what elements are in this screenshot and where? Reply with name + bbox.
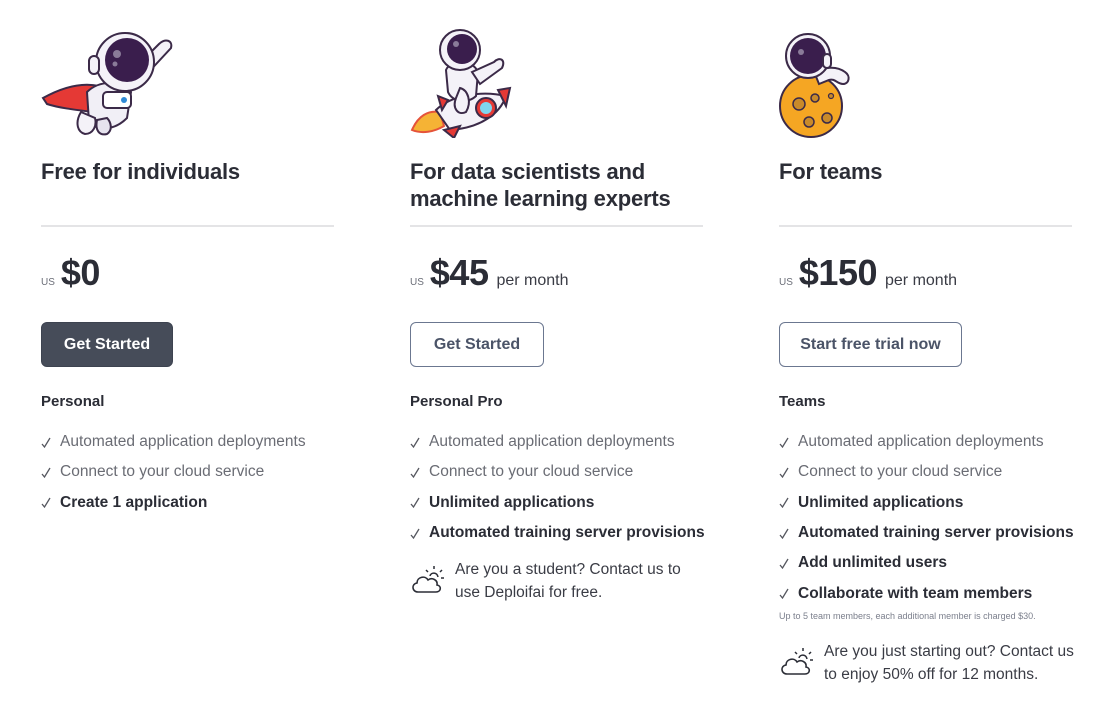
feature-text: Automated training server provisions: [798, 524, 1074, 542]
price-amount: $150: [798, 252, 878, 293]
feature-text: Automated application deployments: [60, 433, 306, 451]
currency-label: US: [41, 277, 55, 288]
feature-item: Connect to your cloud service: [410, 457, 720, 487]
note-text: Are you just starting out? Contact us to…: [824, 643, 1074, 683]
check-icon: [779, 437, 790, 448]
feature-text: Create 1 application: [60, 493, 208, 511]
price: US $150 per month: [779, 252, 957, 294]
currency-label: US: [410, 277, 424, 288]
feature-item: Unlimited applications: [410, 488, 720, 518]
divider: [779, 225, 1072, 227]
check-icon: [410, 467, 421, 478]
feature-item: Connect to your cloud service: [779, 457, 1089, 487]
tier-title: For data scientists and machine learning…: [410, 159, 671, 211]
get-started-button[interactable]: Get Started: [410, 322, 544, 367]
check-icon: [410, 528, 421, 539]
astronaut-moon-icon: [779, 33, 850, 138]
cloud-sun-icon: [412, 566, 444, 593]
check-icon: [41, 437, 52, 448]
get-started-button[interactable]: Get Started: [41, 322, 173, 367]
check-icon: [779, 558, 790, 569]
check-icon: [41, 497, 52, 509]
feature-item: Automated application deployments: [410, 427, 720, 457]
feature-text: Add unlimited users: [798, 554, 947, 572]
astronaut-rocket-icon: [410, 29, 512, 138]
tier-title: Free for individuals: [41, 159, 240, 184]
check-icon: [779, 588, 790, 600]
price-amount: $45: [429, 252, 489, 293]
fine-print: Up to 5 team members, each additional me…: [779, 611, 1036, 621]
feature-list: Automated application deployments Connec…: [41, 427, 351, 518]
feature-text: Unlimited applications: [429, 493, 595, 511]
plan-name: Personal Pro: [410, 393, 503, 410]
student-note: Are you a student? Contact us to use Dep…: [410, 558, 705, 604]
feature-text: Automated application deployments: [429, 433, 675, 451]
feature-text: Connect to your cloud service: [798, 463, 1003, 481]
feature-text: Automated application deployments: [798, 433, 1044, 451]
feature-item: Create 1 application: [41, 488, 351, 518]
feature-list: Automated application deployments Connec…: [410, 427, 720, 548]
feature-item: Collaborate with team members: [779, 578, 1089, 608]
feature-item: Automated training server provisions: [779, 518, 1089, 548]
discount-note: Are you just starting out? Contact us to…: [779, 640, 1074, 686]
plan-name: Teams: [779, 393, 826, 410]
feature-list: Automated application deployments Connec…: [779, 427, 1089, 609]
check-icon: [779, 467, 790, 478]
check-icon: [410, 437, 421, 448]
divider: [41, 225, 334, 227]
plan-name: Personal: [41, 393, 105, 410]
tier-title: For teams: [779, 159, 883, 184]
feature-text: Automated training server provisions: [429, 524, 705, 542]
check-icon: [779, 497, 790, 509]
divider: [410, 225, 703, 227]
price: US $0: [41, 252, 100, 294]
feature-item: Unlimited applications: [779, 488, 1089, 518]
check-icon: [779, 528, 790, 539]
feature-item: Connect to your cloud service: [41, 457, 351, 487]
feature-text: Unlimited applications: [798, 493, 964, 511]
feature-item: Automated application deployments: [779, 427, 1089, 457]
start-free-trial-button[interactable]: Start free trial now: [779, 322, 962, 367]
feature-item: Automated training server provisions: [410, 518, 720, 548]
feature-item: Automated application deployments: [41, 427, 351, 457]
feature-text: Connect to your cloud service: [429, 463, 634, 481]
price-period: per month: [885, 272, 958, 289]
feature-item: Add unlimited users: [779, 548, 1089, 578]
currency-label: US: [779, 277, 793, 288]
feature-text: Collaborate with team members: [798, 584, 1033, 602]
astronaut-flying-icon: [41, 32, 173, 136]
feature-text: Connect to your cloud service: [60, 463, 265, 481]
check-icon: [41, 467, 52, 478]
price-period: per month: [496, 272, 569, 289]
price-amount: $0: [60, 252, 101, 293]
price: US $45 per month: [410, 252, 569, 294]
cloud-sun-icon: [781, 648, 813, 675]
note-text: Are you a student? Contact us to use Dep…: [455, 561, 681, 601]
check-icon: [410, 497, 421, 509]
